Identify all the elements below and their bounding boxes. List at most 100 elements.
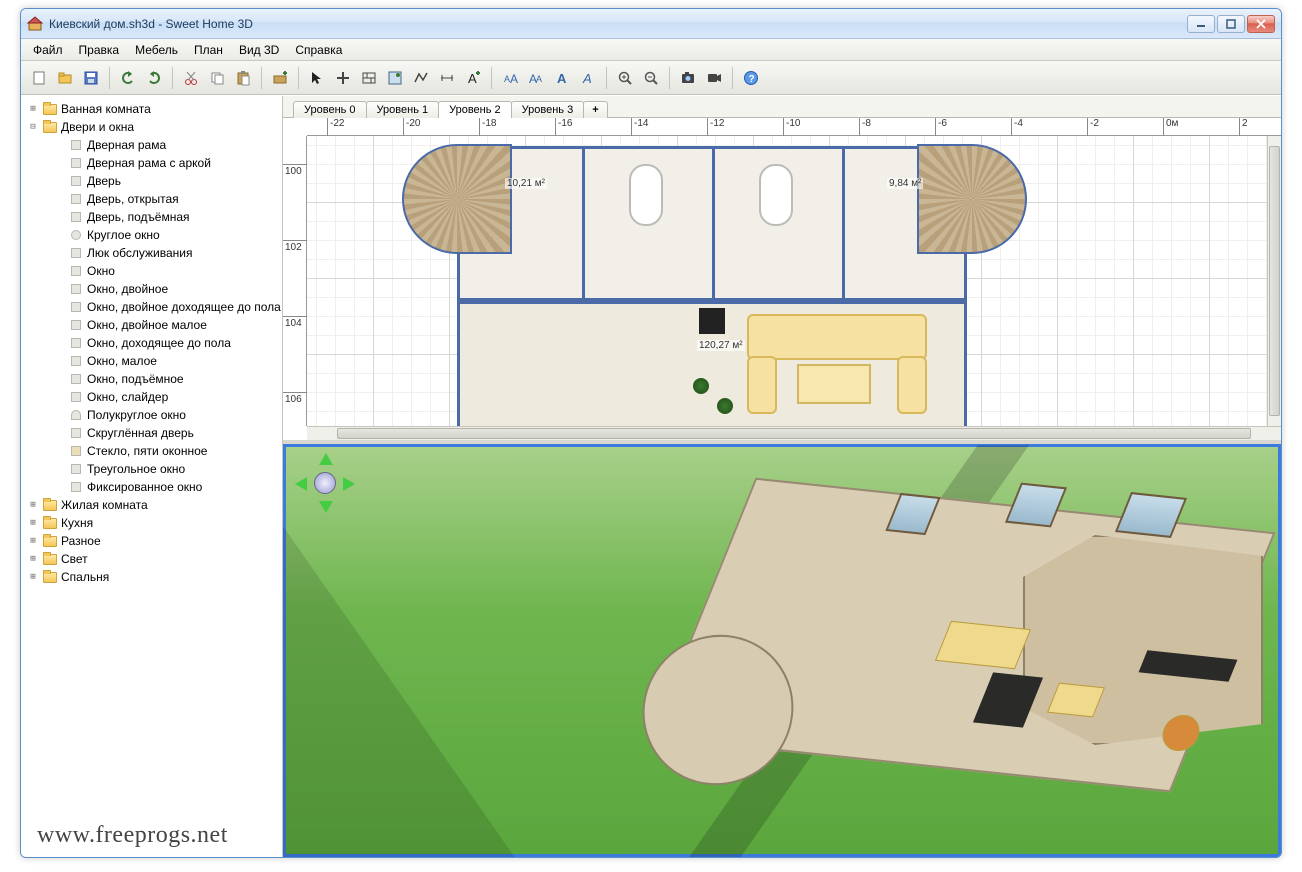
svg-text:A: A [557,71,567,86]
catalog-folder-bathroom[interactable]: ⊞Ванная комната [23,100,282,118]
toolbar-separator [606,67,607,89]
text-bold-icon[interactable]: A [550,66,574,90]
undo-icon[interactable] [116,66,140,90]
catalog-folder-doors-windows[interactable]: ⊟Двери и окна [23,118,282,136]
ruler-tick: -14 [631,118,648,136]
menu-3dview[interactable]: Вид 3D [231,41,287,59]
catalog-item[interactable]: Стекло, пяти оконное [23,442,282,460]
sofa-icon [747,314,927,360]
catalog-item[interactable]: Дверь, открытая [23,190,282,208]
catalog-item[interactable]: Окно, слайдер [23,388,282,406]
room-icon[interactable] [383,66,407,90]
tab-level-2[interactable]: Уровень 2 [438,101,512,118]
catalog-item-label: Дверная рама с аркой [87,155,211,171]
catalog-item[interactable]: Дверная рама [23,136,282,154]
catalog-item-label: Дверь, открытая [87,191,179,207]
plan-3d-view[interactable] [283,444,1281,857]
catalog-item[interactable]: Скруглённая дверь [23,424,282,442]
plan-2d-view[interactable]: -22 -20 -18 -16 -14 -12 -10 -8 -6 -4 -2 … [283,118,1281,444]
catalog-item[interactable]: Дверь, подъёмная [23,208,282,226]
text-small-icon[interactable]: AA [498,66,522,90]
menu-plan[interactable]: План [186,41,231,59]
menu-edit[interactable]: Правка [71,41,128,59]
tab-level-3[interactable]: Уровень 3 [511,101,585,118]
menu-help[interactable]: Справка [287,41,350,59]
catalog-item[interactable]: Треугольное окно [23,460,282,478]
catalog-item-label: Окно, двойное [87,281,168,297]
minimize-button[interactable] [1187,15,1215,33]
floorplan: 10,21 м² 9,84 м² 120,27 м² [307,136,1267,426]
tab-level-0[interactable]: Уровень 0 [293,101,367,118]
dimension-icon[interactable] [435,66,459,90]
catalog-label: Кухня [61,515,93,531]
catalog-item[interactable]: Окно, двойное [23,280,282,298]
scrollbar-thumb[interactable] [337,428,1251,439]
maximize-button[interactable] [1217,15,1245,33]
catalog-folder-misc[interactable]: ⊞Разное [23,532,282,550]
toolbar-separator [732,67,733,89]
new-icon[interactable] [27,66,51,90]
redo-icon[interactable] [142,66,166,90]
scrollbar-thumb[interactable] [1269,146,1280,416]
catalog-item[interactable]: Дверная рама с аркой [23,154,282,172]
catalog-item[interactable]: Окно [23,262,282,280]
open-icon[interactable] [53,66,77,90]
cut-icon[interactable] [179,66,203,90]
catalog-item[interactable]: Дверь [23,172,282,190]
ruler-tick: 100 [283,164,307,178]
nav-center-icon[interactable] [314,472,336,494]
tab-add-level[interactable]: + [583,101,607,118]
catalog-folder-bedroom[interactable]: ⊞Спальня [23,568,282,586]
catalog-item[interactable]: Окно, двойное малое [23,316,282,334]
catalog-item[interactable]: Окно, двойное доходящее до пола [23,298,282,316]
text-icon[interactable]: A [461,66,485,90]
wall-icon[interactable] [357,66,381,90]
plant-icon [693,378,709,394]
catalog-item[interactable]: Окно, подъёмное [23,370,282,388]
copy-icon[interactable] [205,66,229,90]
menu-file[interactable]: Файл [25,41,71,59]
catalog-item-label: Дверь [87,173,121,189]
catalog-label: Разное [61,533,101,549]
catalog-item[interactable]: Окно, доходящее до пола [23,334,282,352]
save-icon[interactable] [79,66,103,90]
catalog-item[interactable]: Круглое окно [23,226,282,244]
menu-furniture[interactable]: Мебель [127,41,186,59]
furniture-catalog[interactable]: ⊞Ванная комната ⊟Двери и окна Дверная ра… [21,96,283,857]
video-icon[interactable] [702,66,726,90]
text-italic-icon[interactable]: A [576,66,600,90]
scrollbar-horizontal[interactable] [307,426,1281,440]
add-furniture-icon[interactable] [268,66,292,90]
catalog-folder-living[interactable]: ⊞Жилая комната [23,496,282,514]
help-icon[interactable]: ? [739,66,763,90]
catalog-item[interactable]: Окно, малое [23,352,282,370]
paste-icon[interactable] [231,66,255,90]
body: ⊞Ванная комната ⊟Двери и окна Дверная ра… [21,95,1281,857]
nav-down-icon[interactable] [319,501,333,513]
nav-right-icon[interactable] [343,477,355,491]
pan-icon[interactable] [331,66,355,90]
polyline-icon[interactable] [409,66,433,90]
close-button[interactable] [1247,15,1275,33]
zoom-in-icon[interactable] [613,66,637,90]
toolbar-separator [298,67,299,89]
titlebar: Киевский дом.sh3d - Sweet Home 3D [21,9,1281,39]
text-large-icon[interactable]: AA [524,66,548,90]
catalog-item[interactable]: Полукруглое окно [23,406,282,424]
wall [712,146,715,301]
sofa-3d [935,621,1031,669]
nav-left-icon[interactable] [295,477,307,491]
scrollbar-vertical[interactable] [1267,136,1281,426]
catalog-folder-light[interactable]: ⊞Свет [23,550,282,568]
level-tabs: Уровень 0 Уровень 1 Уровень 2 Уровень 3 … [283,96,1281,118]
catalog-folder-kitchen[interactable]: ⊞Кухня [23,514,282,532]
catalog-item[interactable]: Люк обслуживания [23,244,282,262]
photo-icon[interactable] [676,66,700,90]
nav-up-icon[interactable] [319,453,333,465]
tab-level-1[interactable]: Уровень 1 [366,101,440,118]
select-icon[interactable] [305,66,329,90]
nav-compass[interactable] [297,455,353,511]
ruler-horizontal: -22 -20 -18 -16 -14 -12 -10 -8 -6 -4 -2 … [307,118,1281,136]
zoom-out-icon[interactable] [639,66,663,90]
catalog-item[interactable]: Фиксированное окно [23,478,282,496]
